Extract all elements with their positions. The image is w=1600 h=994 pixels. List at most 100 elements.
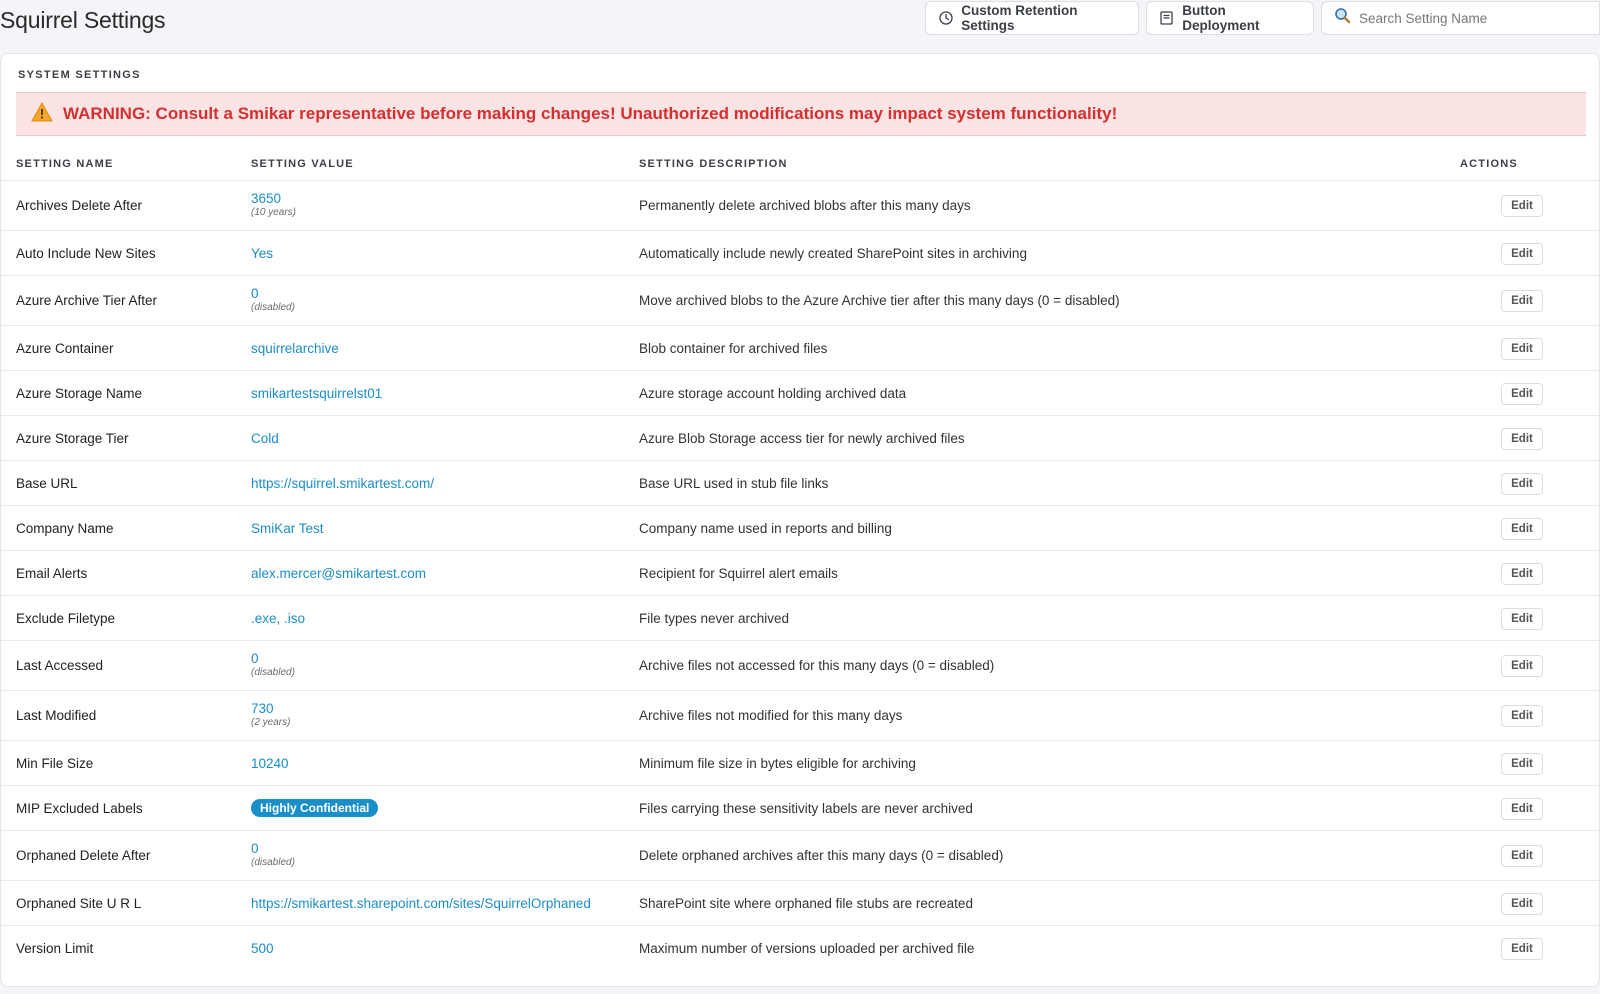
setting-value: https://smikartest.sharepoint.com/sites/… [251, 896, 591, 911]
setting-value: 10240 [251, 756, 289, 771]
edit-button[interactable]: Edit [1501, 753, 1543, 775]
setting-description: Maximum number of versions uploaded per … [639, 941, 975, 956]
setting-value-text: squirrelarchive [251, 341, 339, 356]
edit-button[interactable]: Edit [1501, 893, 1543, 915]
button-deployment-label: Button Deployment [1182, 3, 1260, 33]
setting-name: Version Limit [16, 941, 94, 956]
setting-value-text: 730 [251, 701, 274, 716]
edit-button[interactable]: Edit [1501, 705, 1543, 727]
table-row: Orphaned Site U R L https://smikartest.sh… [1, 880, 1600, 925]
setting-value: 500 [251, 941, 274, 956]
setting-value: Highly Confidential [251, 799, 379, 817]
top-bar: Squirrel Settings Custom Retention Setti… [0, 0, 1600, 44]
edit-button[interactable]: Edit [1501, 473, 1543, 495]
system-settings-card: SYSTEM SETTINGS WARNING: Consult a Smika… [0, 53, 1600, 987]
column-header-setting-description: SETTING DESCRIPTION [639, 158, 788, 170]
table-row: Orphaned Delete After 0 (disabled) Delete o… [1, 830, 1600, 880]
search-box [1321, 1, 1600, 35]
edit-button[interactable]: Edit [1501, 243, 1543, 265]
table-row: Company Name SmiKar Test Company name used… [1, 505, 1600, 550]
setting-name: Orphaned Site U R L [16, 896, 142, 911]
setting-description: Recipient for Squirrel alert emails [639, 566, 838, 581]
setting-value-text: 0 [251, 286, 259, 301]
setting-value: .exe, .iso [251, 611, 305, 626]
setting-value-text: .exe, .iso [251, 611, 306, 626]
clock-icon [938, 10, 953, 26]
table-row: Email Alerts alex.mercer@smikartest.com Re… [1, 550, 1600, 595]
edit-button[interactable]: Edit [1501, 195, 1543, 217]
edit-button[interactable]: Edit [1501, 338, 1543, 360]
setting-value-note: (10 years) [251, 207, 297, 218]
setting-name: Exclude Filetype [16, 611, 116, 626]
setting-name: Base URL [16, 476, 78, 491]
table-row: Auto Include New Sites Yes Automatically i… [1, 230, 1600, 275]
setting-value-text: alex.mercer@smikartest.com [251, 566, 426, 581]
setting-value-text: 0 [251, 841, 259, 856]
table-row: Version Limit 500 Maximum number of versio… [1, 925, 1600, 970]
setting-value-note: (disabled) [251, 857, 295, 868]
setting-description: Base URL used in stub file links [639, 476, 829, 491]
edit-button[interactable]: Edit [1501, 938, 1543, 960]
setting-name: Auto Include New Sites [16, 246, 156, 261]
setting-value: squirrelarchive [251, 341, 339, 356]
table-row: Archives Delete After 3650 (10 years) Perma… [1, 180, 1600, 230]
setting-value: 0 (disabled) [251, 651, 295, 678]
table-row: Azure Storage Tier Cold Azure Blob Storage… [1, 415, 1600, 460]
setting-description: Archive files not modified for this many… [639, 708, 903, 723]
setting-description: Azure storage account holding archived d… [639, 386, 907, 401]
custom-retention-settings-button[interactable]: Custom Retention Settings [925, 1, 1139, 35]
setting-value-note: (disabled) [251, 302, 295, 313]
setting-value-text: smikartestsquirrelst01 [251, 386, 383, 401]
setting-name: Azure Container [16, 341, 114, 356]
setting-description: Files carrying these sensitivity labels … [639, 801, 973, 816]
edit-button[interactable]: Edit [1501, 798, 1543, 820]
table-row: Azure Archive Tier After 0 (disabled) Move … [1, 275, 1600, 325]
setting-value: smikartestsquirrelst01 [251, 386, 382, 401]
setting-value-text: https://smikartest.sharepoint.com/sites/… [251, 896, 591, 911]
setting-value-text: Cold [251, 431, 279, 446]
settings-table-body: Archives Delete After 3650 (10 years) Perma… [1, 180, 1600, 970]
column-header-setting-value: SETTING VALUE [251, 158, 354, 170]
search-icon [1334, 7, 1351, 29]
edit-button[interactable]: Edit [1501, 518, 1543, 540]
setting-name: Last Accessed [16, 658, 104, 673]
setting-name: Email Alerts [16, 566, 88, 581]
setting-value: 730 (2 years) [251, 701, 290, 728]
label-badge: Highly Confidential [251, 799, 379, 817]
edit-button[interactable]: Edit [1501, 383, 1543, 405]
column-header-setting-name: SETTING NAME [16, 158, 114, 170]
document-icon [1159, 10, 1174, 26]
setting-value-text: 0 [251, 651, 259, 666]
custom-retention-settings-label: Custom Retention Settings [961, 3, 1078, 33]
setting-description: Blob container for archived files [639, 341, 828, 356]
page-title: Squirrel Settings [0, 7, 166, 33]
edit-button[interactable]: Edit [1501, 655, 1543, 677]
setting-description: Automatically include newly created Shar… [639, 246, 1027, 261]
setting-name: MIP Excluded Labels [16, 801, 143, 816]
table-header: SETTING NAME SETTING VALUE SETTING DESCR… [1, 152, 1600, 180]
setting-value: Yes [251, 246, 273, 261]
setting-value-note: (2 years) [251, 717, 291, 728]
setting-value-text: 10240 [251, 756, 289, 771]
setting-description: Company name used in reports and billing [639, 521, 892, 536]
warning-text: WARNING: Consult a Smikar representative… [63, 104, 1118, 123]
setting-value-text: 500 [251, 941, 274, 956]
setting-value: Cold [251, 431, 279, 446]
warning-icon [31, 101, 53, 127]
edit-button[interactable]: Edit [1501, 608, 1543, 630]
setting-description: Azure Blob Storage access tier for newly… [639, 431, 965, 446]
column-header-actions: ACTIONS [1460, 158, 1518, 170]
edit-button[interactable]: Edit [1501, 290, 1543, 312]
table-row: Base URL https://squirrel.smikartest.com/… [1, 460, 1600, 505]
edit-button[interactable]: Edit [1501, 845, 1543, 867]
setting-value: 0 (disabled) [251, 841, 295, 868]
setting-name: Azure Storage Name [16, 386, 143, 401]
button-deployment-button[interactable]: Button Deployment [1146, 1, 1314, 35]
setting-name: Archives Delete After [16, 198, 143, 213]
setting-name: Azure Storage Tier [16, 431, 129, 446]
setting-description: Permanently delete archived blobs after … [639, 198, 971, 213]
edit-button[interactable]: Edit [1501, 428, 1543, 450]
edit-button[interactable]: Edit [1501, 563, 1543, 585]
search-input[interactable] [1357, 9, 1597, 27]
setting-value: 0 (disabled) [251, 286, 295, 313]
